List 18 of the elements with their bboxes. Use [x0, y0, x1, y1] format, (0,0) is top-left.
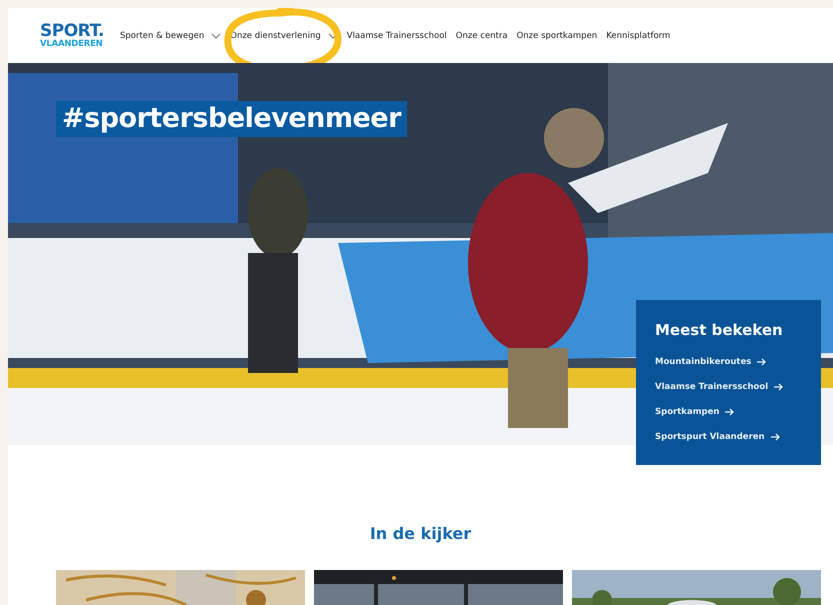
arrow-right-icon [725, 408, 734, 416]
hashtag-banner: #sportersbelevenmeer [56, 101, 407, 137]
arrow-right-icon [774, 383, 784, 391]
nav-link[interactable]: Sporten & bewegen [120, 30, 222, 40]
nav-link[interactable]: Onze sportkampen [516, 30, 598, 40]
panel-link[interactable]: Mountainbikeroutes [655, 356, 821, 368]
panel-link[interactable]: Sportkampen [655, 406, 821, 418]
arrow-right-icon [770, 433, 780, 441]
arrow-right-icon [757, 358, 766, 366]
section-title: In de kijker [368, 523, 472, 545]
panel-link[interactable]: Vlaamse Trainersschool [655, 381, 821, 393]
panel-link[interactable]: Sportspurt Vlaanderen [655, 431, 821, 443]
chevron-down-icon [211, 32, 222, 38]
panel-title: Meest bekeken [655, 320, 784, 340]
logo[interactable]: SPORT. VLAANDEREN [40, 22, 104, 48]
nav-link[interactable]: Kennisplatform [606, 30, 670, 40]
nav-link[interactable]: Vlaamse Trainersschool [346, 30, 447, 40]
nav-link[interactable]: Onze centra [456, 30, 508, 40]
